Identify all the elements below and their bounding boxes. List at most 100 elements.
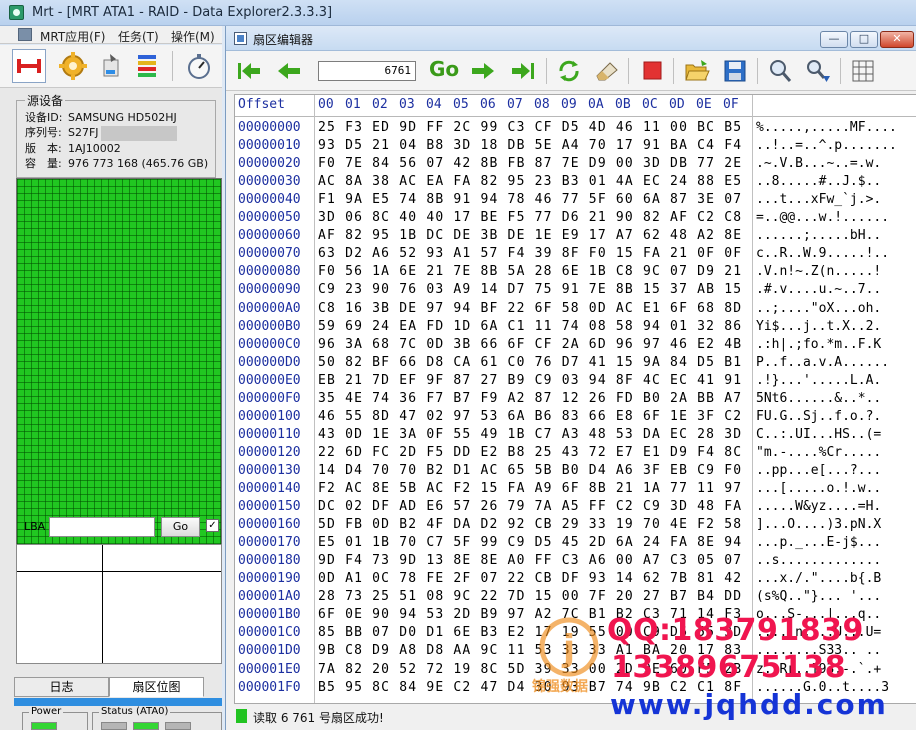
row-ascii[interactable]: .~.V.B...~..=.w. [756, 156, 881, 171]
minimize-button[interactable]: — [820, 31, 848, 48]
row-hex-bytes[interactable]: AF 82 95 1B DC DE 3B DE 1E E9 17 A7 62 4… [318, 228, 742, 243]
row-hex-bytes[interactable]: 50 82 BF 66 D8 CA 61 C0 76 D7 41 15 9A 8… [318, 355, 742, 370]
row-hex-bytes[interactable]: 3D 06 8C 40 40 17 BE F5 77 D6 21 90 82 A… [318, 210, 742, 225]
stopwatch-icon[interactable] [182, 49, 216, 83]
hex-row[interactable]: 000000E0 EB 21 7D EF 9F 87 27 B9 C9 03 94… [235, 373, 916, 391]
row-hex-bytes[interactable]: 9D F4 73 9D 13 8E 8E A0 FF C3 A6 00 A7 C… [318, 553, 742, 568]
previous-sector-icon[interactable] [274, 56, 304, 86]
row-hex-bytes[interactable]: 28 73 25 51 08 9C 22 7D 15 00 7F 20 27 B… [318, 589, 742, 604]
open-folder-icon[interactable] [682, 56, 712, 86]
hex-row[interactable]: 000001A0 28 73 25 51 08 9C 22 7D 15 00 7F… [235, 589, 916, 607]
hex-row[interactable]: 00000010 93 D5 21 04 B8 3D 18 DB 5E A4 70… [235, 138, 916, 156]
hex-row[interactable]: 00000170 E5 01 1B 70 C7 5F 99 C9 D5 45 2D… [235, 535, 916, 553]
row-ascii[interactable]: ..!..=..^.p....... [756, 138, 897, 153]
hex-row[interactable]: 00000090 C9 23 90 76 03 A9 14 D7 75 91 7E… [235, 282, 916, 300]
hex-row[interactable]: 00000000 25 F3 ED 9D FF 2C 99 C3 CF D5 4D… [235, 120, 916, 138]
hex-row[interactable]: 00000060 AF 82 95 1B DC DE 3B DE 1E E9 17… [235, 228, 916, 246]
row-hex-bytes[interactable]: 14 D4 70 70 B2 D1 AC 65 5B B0 D4 A6 3F E… [318, 463, 742, 478]
sector-number-input[interactable]: 6761 [318, 61, 416, 81]
save-icon[interactable] [720, 56, 750, 86]
row-ascii[interactable]: Yi$...j..t.X..2. [756, 319, 881, 334]
hex-row[interactable]: 00000130 14 D4 70 70 B2 D1 AC 65 5B B0 D4… [235, 463, 916, 481]
row-ascii[interactable]: c..R..W.9.....!.. [756, 246, 889, 261]
row-ascii[interactable]: (s%Q.."}... '... [756, 589, 881, 604]
hex-row[interactable]: 00000190 0D A1 0C 78 FE 2F 07 22 CB DF 93… [235, 571, 916, 589]
disk-tool-icon[interactable] [95, 49, 129, 83]
gear-icon[interactable] [56, 49, 90, 83]
row-ascii[interactable]: C..:.UI...HS..(= [756, 427, 881, 442]
hex-row[interactable]: 00000100 46 55 8D 47 02 97 53 6A B6 83 66… [235, 409, 916, 427]
menu-mrt-apps[interactable]: MRT应用(F) [40, 28, 105, 45]
tab-log[interactable]: 日志 [14, 677, 109, 697]
row-ascii[interactable]: ...t...xFw_`j.>. [756, 192, 881, 207]
row-ascii[interactable]: ..s............. [756, 553, 881, 568]
row-hex-bytes[interactable]: EB 21 7D EF 9F 87 27 B9 C9 03 94 8F 4C E… [318, 373, 742, 388]
row-hex-bytes[interactable]: DC 02 DF AD E6 57 26 79 7A A5 FF C2 C9 3… [318, 499, 742, 514]
row-ascii[interactable]: ...[.....o.!.w.. [756, 481, 881, 496]
row-ascii[interactable]: ...p._...E-j$... [756, 535, 881, 550]
row-ascii[interactable]: ..pp...e[...?... [756, 463, 881, 478]
next-sector-icon[interactable] [468, 56, 498, 86]
row-ascii[interactable]: ..8.....#..J.$.. [756, 174, 881, 189]
row-hex-bytes[interactable]: 46 55 8D 47 02 97 53 6A B6 83 66 E8 6F 1… [318, 409, 742, 424]
connect-icon[interactable] [12, 49, 46, 83]
row-hex-bytes[interactable]: 0D A1 0C 78 FE 2F 07 22 CB DF 93 14 62 7… [318, 571, 742, 586]
erase-icon[interactable] [592, 56, 622, 86]
main-title-bar[interactable]: Mrt - [MRT ATA1 - RAID - Data Explorer2.… [0, 0, 916, 26]
hex-row[interactable]: 00000180 9D F4 73 9D 13 8E 8E A0 FF C3 A6… [235, 553, 916, 571]
row-ascii[interactable]: .:h|.;fo.*m..F.K [756, 337, 881, 352]
row-hex-bytes[interactable]: C9 23 90 76 03 A9 14 D7 75 91 7E 8B 15 3… [318, 282, 742, 297]
tab-sector-bitmap[interactable]: 扇区位图 [109, 677, 204, 697]
row-ascii[interactable]: FU.G..Sj..f.o.?. [756, 409, 881, 424]
hex-row[interactable]: 000000F0 35 4E 74 36 F7 B7 F9 A2 87 12 26… [235, 391, 916, 409]
row-hex-bytes[interactable]: 5D FB 0D B2 4F DA D2 92 CB 29 33 19 70 4… [318, 517, 742, 532]
row-hex-bytes[interactable]: 35 4E 74 36 F7 B7 F9 A2 87 12 26 FD B0 2… [318, 391, 742, 406]
row-hex-bytes[interactable]: 25 F3 ED 9D FF 2C 99 C3 CF D5 4D 46 11 0… [318, 120, 742, 135]
row-hex-bytes[interactable]: F0 7E 84 56 07 42 8B FB 87 7E D9 00 3D D… [318, 156, 742, 171]
row-ascii[interactable]: %.....,.....MF.... [756, 120, 897, 135]
row-hex-bytes[interactable]: F2 AC 8E 5B AC F2 15 FA A9 6F 8B 21 1A 7… [318, 481, 742, 496]
hex-row[interactable]: 00000110 43 0D 1E 3A 0F 55 49 1B C7 A3 48… [235, 427, 916, 445]
sector-map-icon[interactable] [131, 49, 165, 83]
maximize-button[interactable]: □ [850, 31, 878, 48]
hex-row[interactable]: 00000030 AC 8A 38 AC EA FA 82 95 23 B3 01… [235, 174, 916, 192]
menu-app-icon[interactable] [18, 28, 32, 41]
row-ascii[interactable]: ......;.....bH.. [756, 228, 881, 243]
row-hex-bytes[interactable]: F1 9A E5 74 8B 91 94 78 46 77 5F 60 6A 8… [318, 192, 742, 207]
hex-row[interactable]: 00000080 F0 56 1A 6E 21 7E 8B 5A 28 6E 1B… [235, 264, 916, 282]
row-ascii[interactable]: .!}...'.....L.A. [756, 373, 881, 388]
hex-row[interactable]: 000000A0 C8 16 3B DE 97 94 BF 22 6F 58 0D… [235, 301, 916, 319]
lba-checkbox[interactable]: ✓ [206, 519, 219, 532]
row-ascii[interactable]: P..f..a.v.A...... [756, 355, 889, 370]
hex-row[interactable]: 00000070 63 D2 A6 52 93 A1 57 F4 39 8F F0… [235, 246, 916, 264]
lba-go-button[interactable]: Go [161, 517, 200, 537]
row-ascii[interactable]: ]...O....)3.pN.X [756, 517, 881, 532]
refresh-icon[interactable] [554, 56, 584, 86]
row-hex-bytes[interactable]: E5 01 1B 70 C7 5F 99 C9 D5 45 2D 6A 24 F… [318, 535, 742, 550]
menu-tasks[interactable]: 任务(T) [118, 28, 159, 45]
row-hex-bytes[interactable]: 63 D2 A6 52 93 A1 57 F4 39 8F F0 15 FA 2… [318, 246, 742, 261]
row-hex-bytes[interactable]: 93 D5 21 04 B8 3D 18 DB 5E A4 70 17 91 B… [318, 138, 742, 153]
first-sector-icon[interactable] [234, 56, 264, 86]
hex-row[interactable]: 00000120 22 6D FC 2D F5 DD E2 B8 25 43 72… [235, 445, 916, 463]
stop-icon[interactable] [637, 56, 667, 86]
hex-row[interactable]: 000000D0 50 82 BF 66 D8 CA 61 C0 76 D7 41… [235, 355, 916, 373]
lba-input[interactable] [49, 517, 155, 537]
hex-row[interactable]: 00000020 F0 7E 84 56 07 42 8B FB 87 7E D9… [235, 156, 916, 174]
row-hex-bytes[interactable]: C8 16 3B DE 97 94 BF 22 6F 58 0D AC E1 6… [318, 301, 742, 316]
row-hex-bytes[interactable]: 22 6D FC 2D F5 DD E2 B8 25 43 72 E7 E1 D… [318, 445, 742, 460]
hex-row[interactable]: 000000C0 96 3A 68 7C 0D 3B 66 6F CF 2A 6D… [235, 337, 916, 355]
search-icon[interactable] [765, 56, 795, 86]
sector-editor-title-bar[interactable]: 扇区编辑器 — □ ✕ [226, 26, 916, 51]
hex-row[interactable]: 000000B0 59 69 24 EA FD 1D 6A C1 11 74 08… [235, 319, 916, 337]
close-button[interactable]: ✕ [880, 31, 914, 48]
menu-operations[interactable]: 操作(M) [171, 28, 215, 45]
row-hex-bytes[interactable]: 96 3A 68 7C 0D 3B 66 6F CF 2A 6D 96 97 4… [318, 337, 742, 352]
row-hex-bytes[interactable]: AC 8A 38 AC EA FA 82 95 23 B3 01 4A EC 2… [318, 174, 742, 189]
row-hex-bytes[interactable]: F0 56 1A 6E 21 7E 8B 5A 28 6E 1B C8 9C 0… [318, 264, 742, 279]
last-sector-icon[interactable] [508, 56, 538, 86]
grid-view-icon[interactable] [848, 56, 878, 86]
row-ascii[interactable]: ...x./."....b{.B [756, 571, 881, 586]
row-hex-bytes[interactable]: 59 69 24 EA FD 1D 6A C1 11 74 08 58 94 0… [318, 319, 742, 334]
row-ascii[interactable]: "m.-....%Cr..... [756, 445, 881, 460]
